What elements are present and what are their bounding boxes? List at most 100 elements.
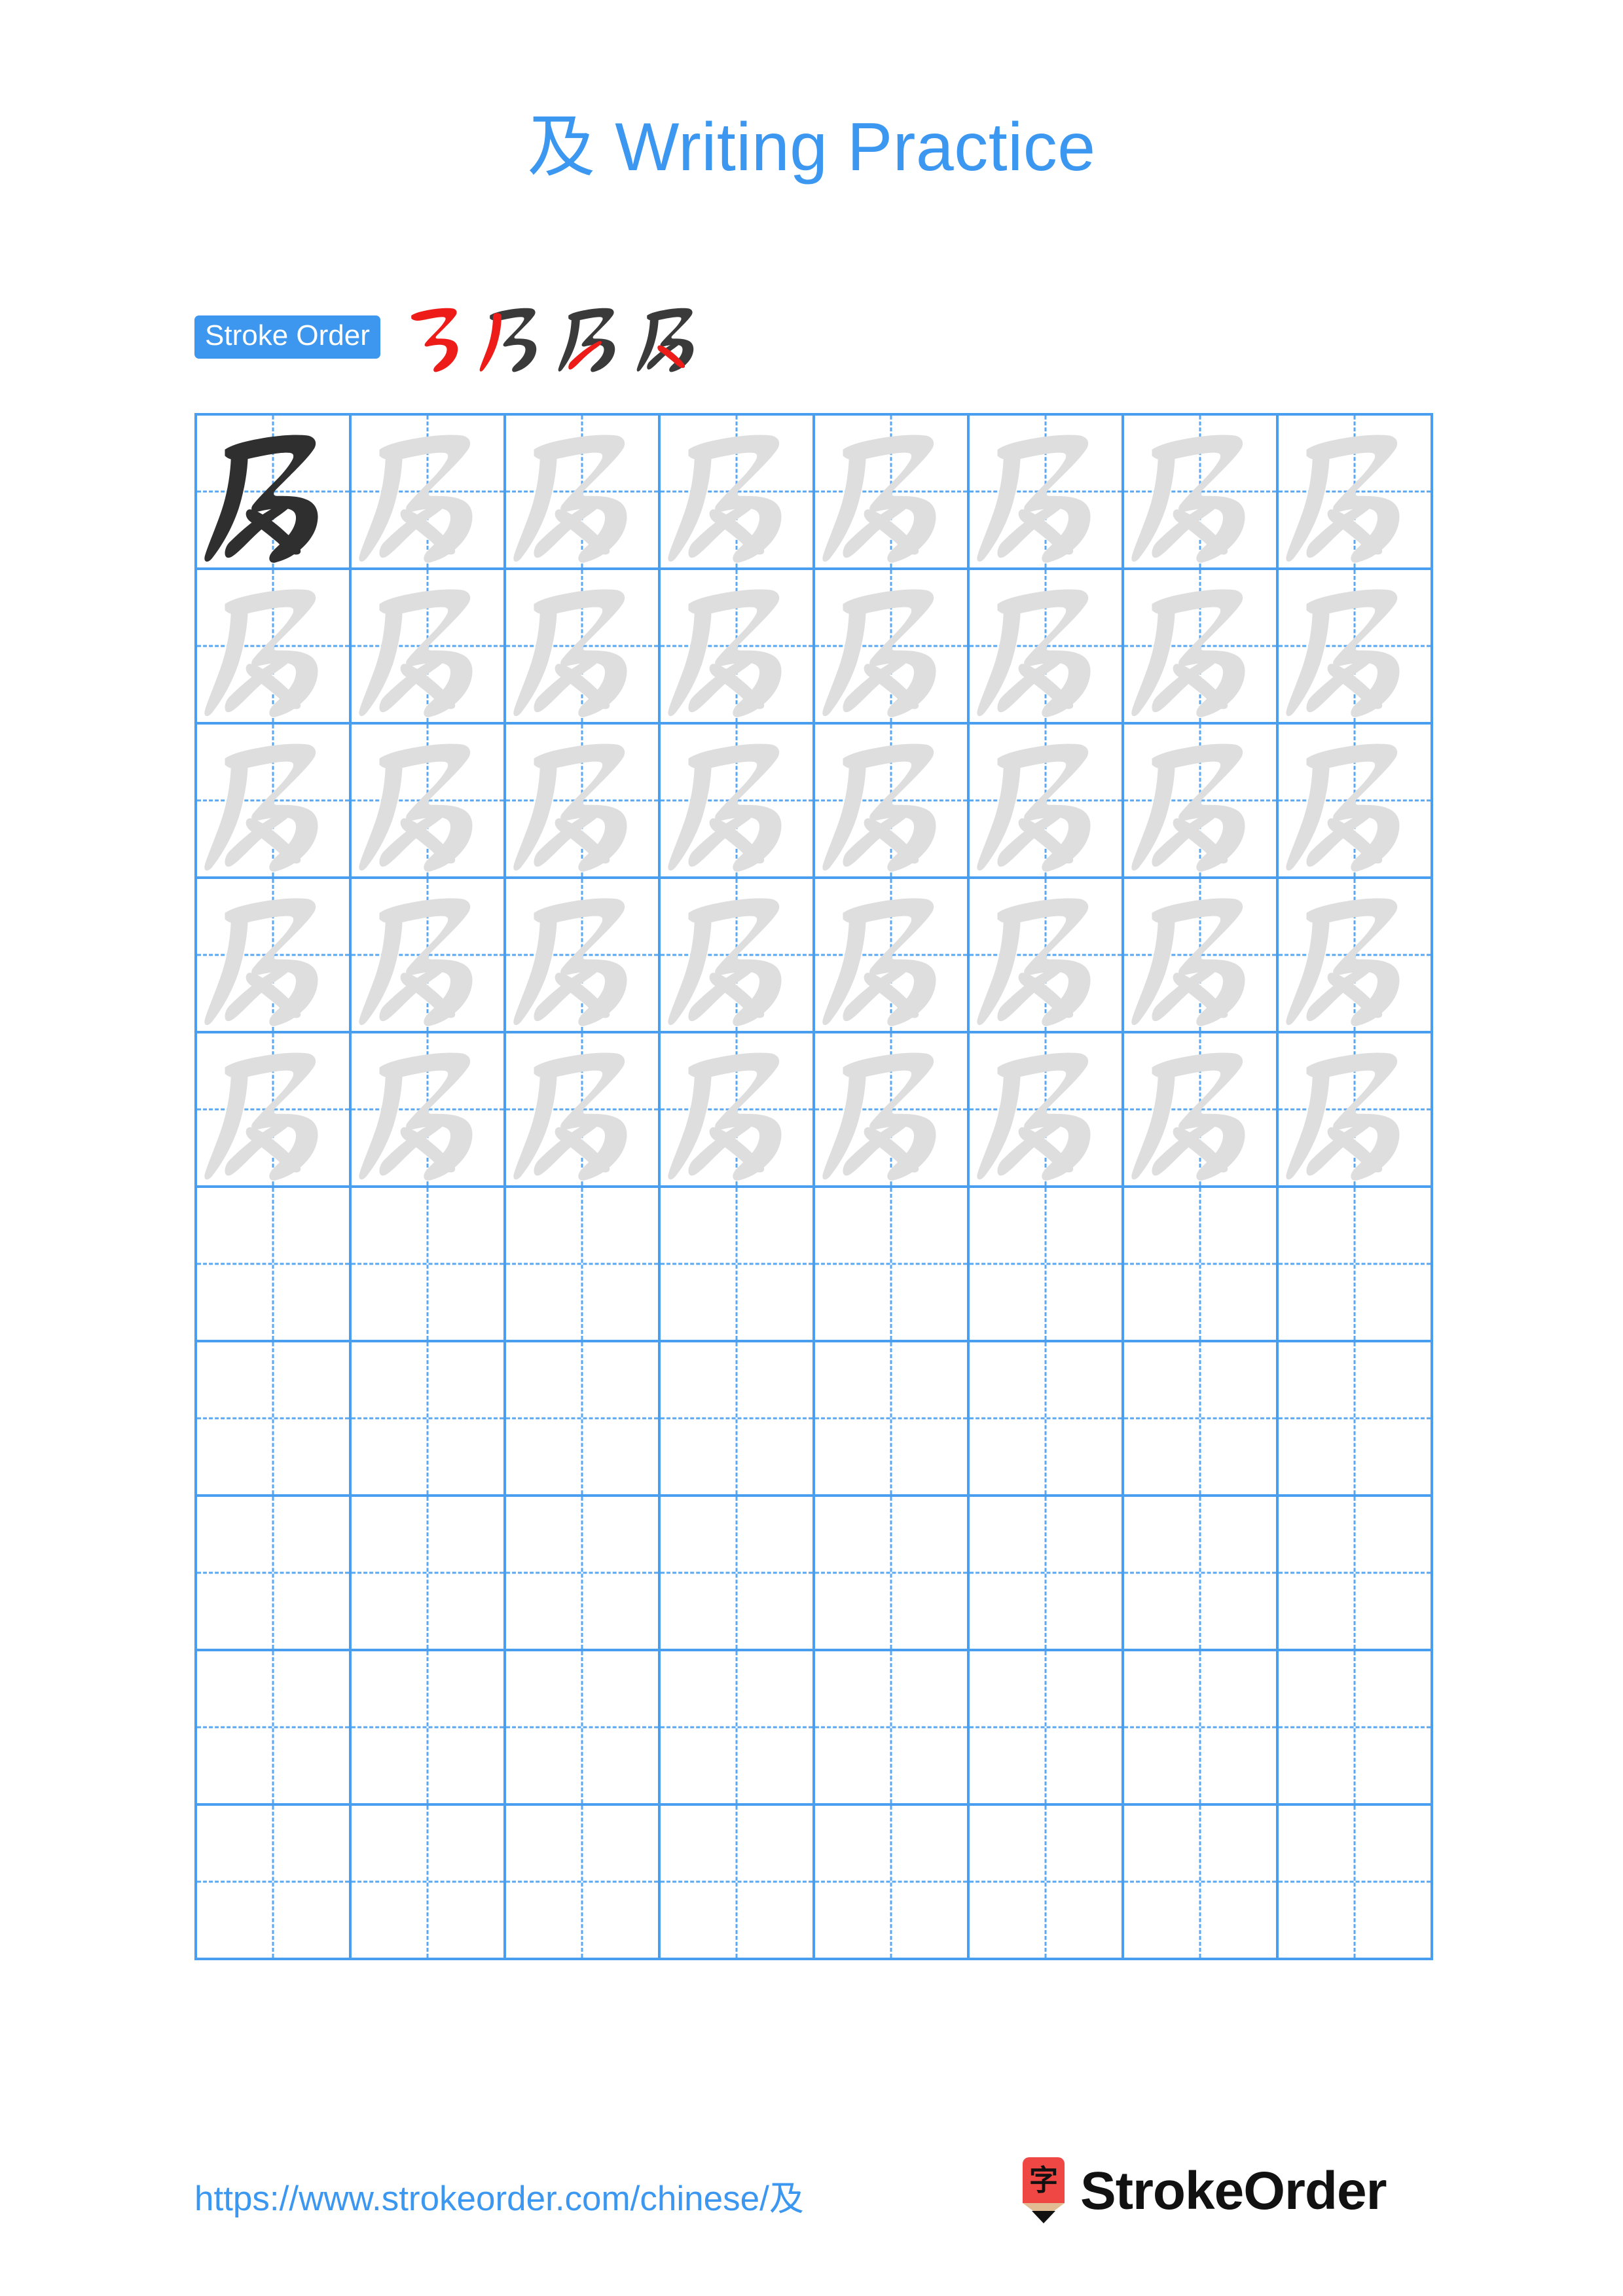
practice-cell[interactable]: [661, 1806, 815, 1960]
stroke-step-3: [555, 298, 632, 376]
practice-cell[interactable]: [352, 879, 506, 1033]
practice-cell[interactable]: [1124, 1651, 1279, 1806]
practice-cell[interactable]: [506, 416, 661, 570]
practice-cell[interactable]: [815, 1497, 970, 1651]
stroke-order-badge: Stroke Order: [194, 315, 380, 359]
practice-cell[interactable]: [506, 1497, 661, 1651]
practice-cell[interactable]: [352, 570, 506, 725]
practice-cell[interactable]: [197, 1188, 352, 1342]
practice-cell[interactable]: [815, 1651, 970, 1806]
practice-cell[interactable]: [1279, 1342, 1433, 1497]
trace-character: [970, 725, 1122, 876]
practice-cell[interactable]: [197, 1033, 352, 1188]
practice-cell[interactable]: [506, 879, 661, 1033]
practice-cell[interactable]: [661, 725, 815, 879]
practice-cell[interactable]: [815, 416, 970, 570]
trace-character: [1124, 416, 1276, 567]
practice-cell[interactable]: [1279, 1497, 1433, 1651]
practice-cell[interactable]: [1279, 1651, 1433, 1806]
practice-cell[interactable]: [815, 1033, 970, 1188]
practice-cell[interactable]: [1124, 1497, 1279, 1651]
practice-cell[interactable]: [506, 1651, 661, 1806]
practice-cell[interactable]: [970, 1188, 1124, 1342]
practice-cell[interactable]: [1124, 879, 1279, 1033]
practice-cell[interactable]: [1279, 1188, 1433, 1342]
practice-cell[interactable]: [1124, 416, 1279, 570]
practice-cell[interactable]: [1279, 416, 1433, 570]
practice-cell[interactable]: [815, 1806, 970, 1960]
practice-cell[interactable]: [506, 725, 661, 879]
practice-cell[interactable]: [815, 1188, 970, 1342]
practice-cell[interactable]: [970, 1806, 1124, 1960]
practice-cell[interactable]: [970, 1033, 1124, 1188]
trace-character: [1279, 1033, 1431, 1185]
practice-cell[interactable]: [970, 416, 1124, 570]
footer-logo[interactable]: 字 StrokeOrder: [1019, 2157, 1387, 2225]
practice-cell[interactable]: [352, 1497, 506, 1651]
practice-cell[interactable]: [661, 1342, 815, 1497]
practice-cell[interactable]: [352, 1033, 506, 1188]
practice-cell[interactable]: [1279, 725, 1433, 879]
stroke-step-2: [476, 298, 553, 376]
practice-cell[interactable]: [1124, 725, 1279, 879]
practice-cell[interactable]: [506, 1033, 661, 1188]
practice-cell[interactable]: [970, 725, 1124, 879]
trace-character: [661, 1033, 812, 1185]
trace-character: [1279, 879, 1431, 1031]
practice-cell[interactable]: [197, 1342, 352, 1497]
stroke-step-1: [397, 298, 475, 376]
pencil-logo-icon: 字: [1019, 2157, 1068, 2225]
practice-cell[interactable]: [506, 570, 661, 725]
trace-character: [352, 1033, 503, 1185]
practice-cell[interactable]: [815, 725, 970, 879]
practice-cell[interactable]: [197, 879, 352, 1033]
practice-cell[interactable]: [661, 416, 815, 570]
practice-cell[interactable]: [197, 725, 352, 879]
practice-cell[interactable]: [352, 725, 506, 879]
practice-cell[interactable]: [1279, 570, 1433, 725]
practice-cell[interactable]: [197, 1806, 352, 1960]
practice-cell[interactable]: [506, 1188, 661, 1342]
practice-cell[interactable]: [1124, 1342, 1279, 1497]
practice-cell[interactable]: [815, 570, 970, 725]
practice-cell[interactable]: [197, 416, 352, 570]
practice-cell[interactable]: [1279, 1033, 1433, 1188]
stroke-order-steps: [397, 298, 712, 376]
practice-cell[interactable]: [970, 570, 1124, 725]
practice-cell[interactable]: [506, 1806, 661, 1960]
stroke-4-existing: [636, 308, 694, 372]
practice-cell[interactable]: [661, 1033, 815, 1188]
practice-cell[interactable]: [352, 1342, 506, 1497]
practice-cell[interactable]: [661, 1188, 815, 1342]
practice-cell[interactable]: [197, 1651, 352, 1806]
practice-cell[interactable]: [661, 879, 815, 1033]
trace-character: [1279, 416, 1431, 567]
practice-cell[interactable]: [661, 570, 815, 725]
practice-cell[interactable]: [352, 416, 506, 570]
practice-cell[interactable]: [970, 1497, 1124, 1651]
practice-cell[interactable]: [815, 1342, 970, 1497]
practice-cell[interactable]: [352, 1188, 506, 1342]
footer-url-link[interactable]: https://www.strokeorder.com/chinese/及: [194, 2179, 804, 2219]
practice-cell[interactable]: [970, 879, 1124, 1033]
practice-cell[interactable]: [661, 1497, 815, 1651]
practice-cell[interactable]: [970, 1342, 1124, 1497]
practice-cell[interactable]: [1279, 879, 1433, 1033]
practice-cell[interactable]: [815, 879, 970, 1033]
practice-cell[interactable]: [970, 1651, 1124, 1806]
practice-cell[interactable]: [506, 1342, 661, 1497]
model-character: [197, 416, 349, 567]
trace-character: [661, 725, 812, 876]
practice-cell[interactable]: [352, 1806, 506, 1960]
practice-cell[interactable]: [197, 570, 352, 725]
practice-cell[interactable]: [1124, 1033, 1279, 1188]
practice-cell[interactable]: [1124, 1806, 1279, 1960]
trace-character: [970, 570, 1122, 722]
practice-cell[interactable]: [661, 1651, 815, 1806]
trace-character: [506, 725, 658, 876]
practice-cell[interactable]: [1279, 1806, 1433, 1960]
practice-cell[interactable]: [197, 1497, 352, 1651]
practice-cell[interactable]: [1124, 1188, 1279, 1342]
practice-cell[interactable]: [1124, 570, 1279, 725]
practice-cell[interactable]: [352, 1651, 506, 1806]
